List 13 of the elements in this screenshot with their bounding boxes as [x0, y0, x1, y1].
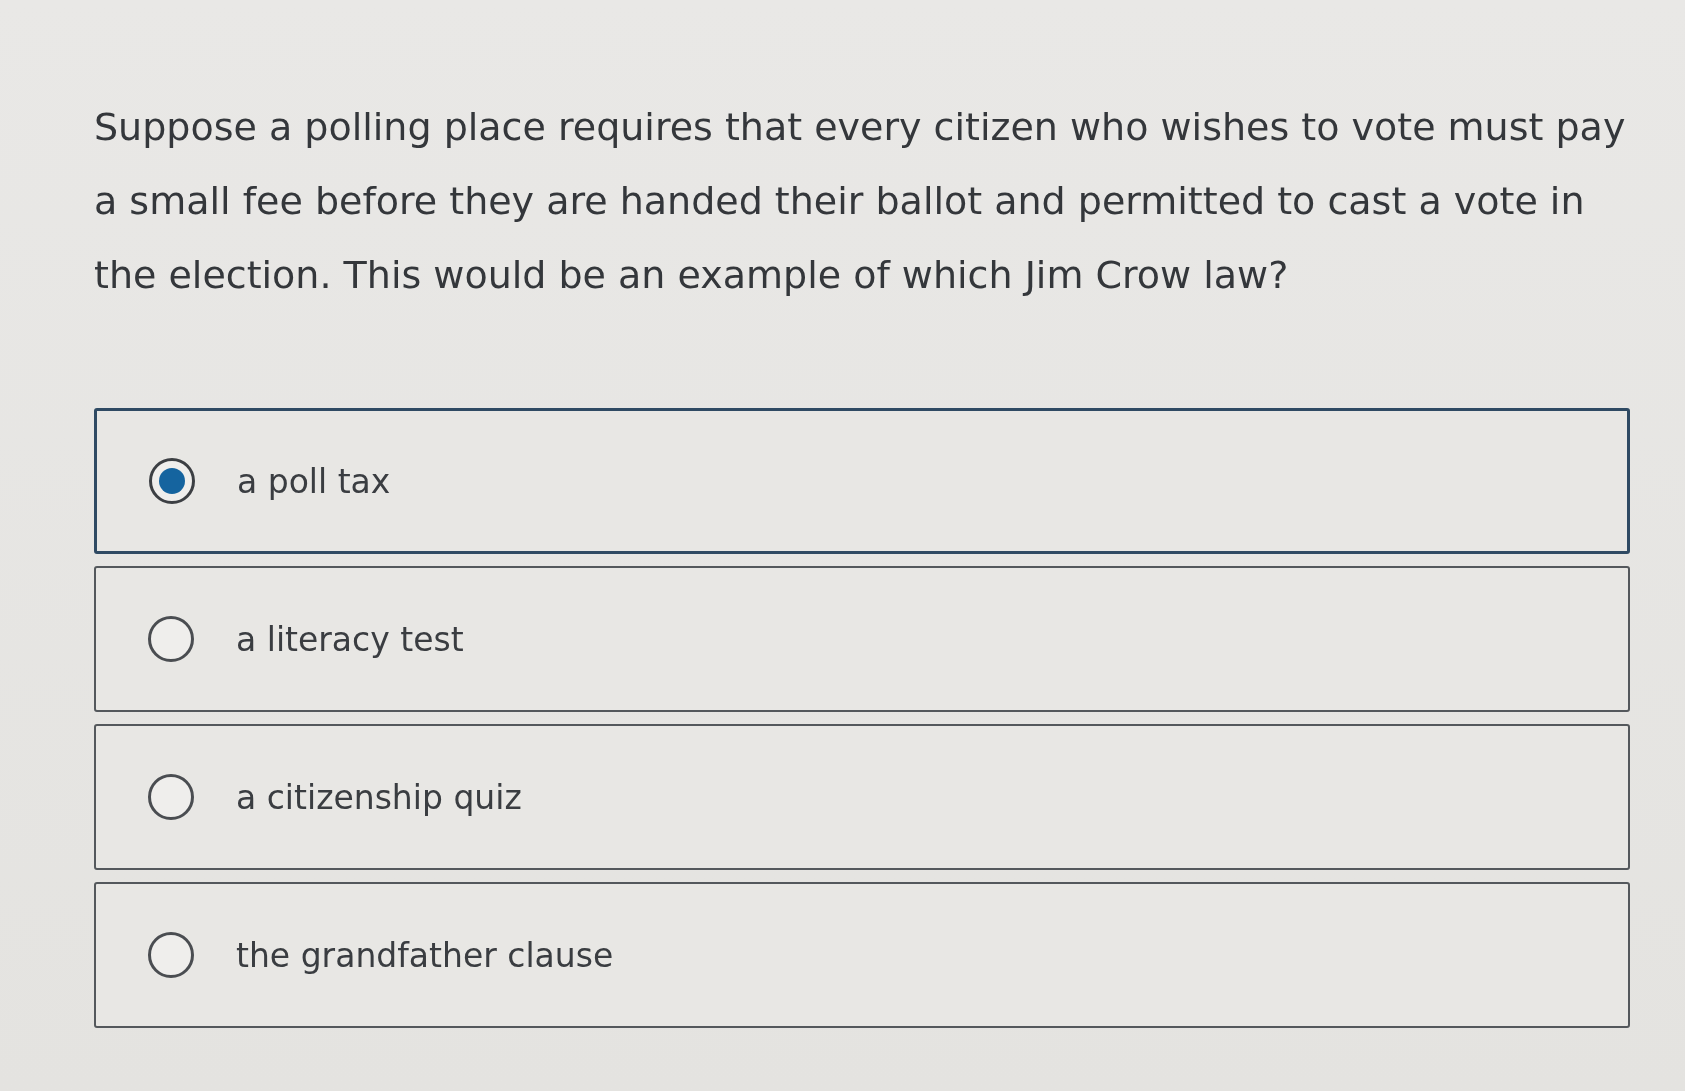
answer-option[interactable]: the grandfather clause [94, 882, 1630, 1028]
question-text: Suppose a polling place requires that every citizen who wishes to vote must pay a small fee before they are handed their ballot and permitted to cast a vote in the election. This would be an example of which Jim Crow law? [94, 104, 1627, 299]
option-label: the grandfather clause [236, 935, 614, 975]
option-label: a citizenship quiz [236, 777, 522, 817]
option-label: a literacy test [236, 619, 464, 659]
option-label: a poll tax [237, 461, 391, 501]
answer-option[interactable]: a poll tax [94, 408, 1630, 554]
answer-option[interactable]: a citizenship quiz [94, 724, 1630, 870]
radio-button[interactable] [148, 616, 194, 662]
radio-button[interactable] [148, 932, 194, 978]
radio-button[interactable] [149, 458, 195, 504]
radio-button[interactable] [148, 774, 194, 820]
answer-option[interactable]: a literacy test [94, 566, 1630, 712]
